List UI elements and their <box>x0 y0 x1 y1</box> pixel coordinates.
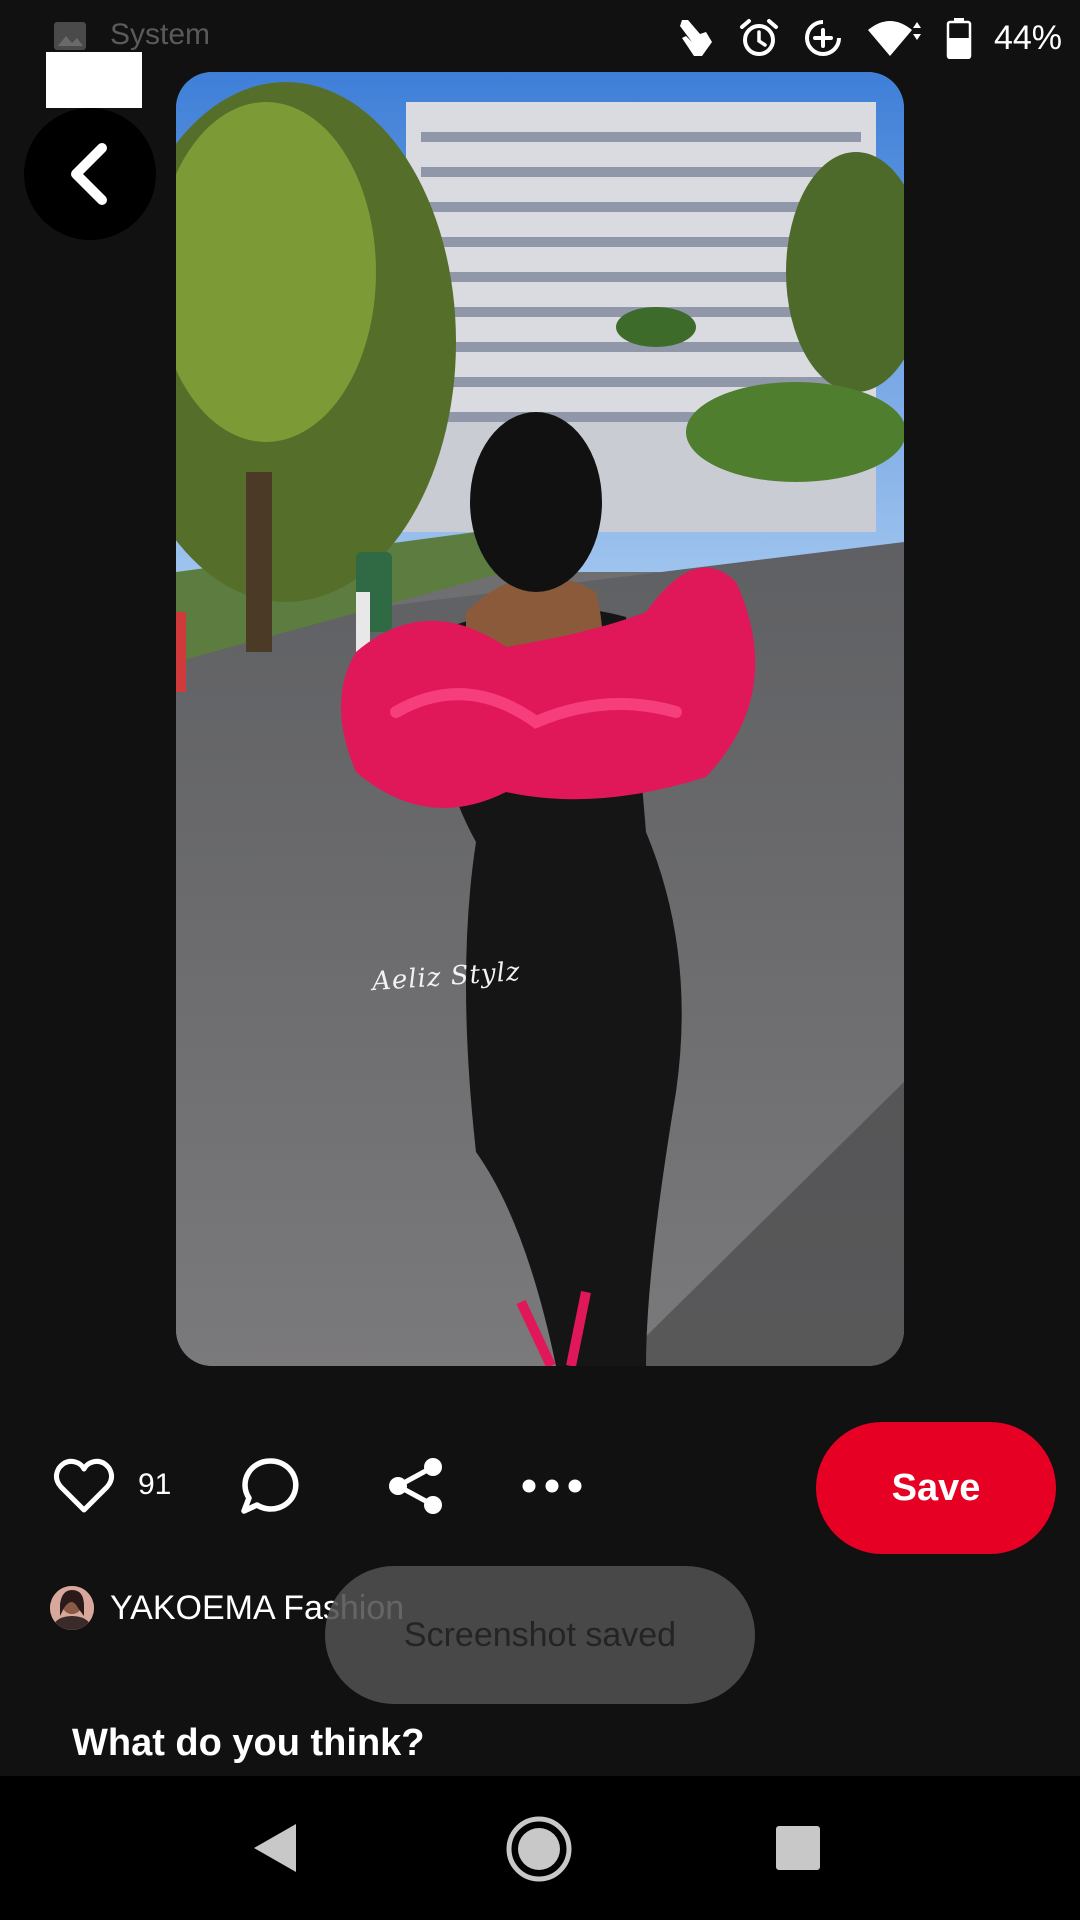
pin-detail-screen: System 44% Aeliz Stylz 91 Save YAKOEMA F… <box>0 0 1080 1920</box>
avatar-image <box>50 1586 94 1630</box>
share-icon <box>389 1458 442 1514</box>
share-button[interactable] <box>378 1448 454 1524</box>
navigation-bar <box>0 1776 1080 1920</box>
comment-prompt: What do you think? <box>72 1722 425 1764</box>
touch-icon <box>679 20 712 56</box>
toast-message: Screenshot saved <box>325 1566 755 1704</box>
more-dots-icon <box>522 1479 582 1493</box>
data-saver-icon <box>804 20 841 56</box>
back-icon[interactable] <box>250 1820 300 1876</box>
more-options-button[interactable] <box>514 1450 590 1522</box>
back-button[interactable] <box>24 108 156 240</box>
alarm-icon <box>739 19 778 56</box>
battery-icon <box>946 18 972 59</box>
system-label: System <box>110 18 211 51</box>
wifi-icon <box>867 21 921 56</box>
home-icon[interactable] <box>504 1814 574 1884</box>
image-icon <box>54 22 86 50</box>
status-bar: System 44% <box>0 0 1080 108</box>
pin-photo <box>176 72 904 1366</box>
avatar[interactable] <box>50 1586 94 1630</box>
like-button[interactable] <box>48 1450 120 1522</box>
battery-percent: 44% <box>993 18 1062 57</box>
redaction-box <box>46 52 142 108</box>
comment-icon <box>241 1458 299 1514</box>
save-button[interactable]: Save <box>816 1422 1056 1554</box>
chevron-left-icon <box>71 143 107 205</box>
action-bar: 91 Save <box>0 1420 1080 1554</box>
comment-button[interactable] <box>232 1448 308 1524</box>
recents-icon[interactable] <box>776 1826 820 1870</box>
status-icons: 44% <box>672 12 1062 64</box>
heart-icon <box>53 1458 115 1513</box>
pin-image[interactable]: Aeliz Stylz <box>176 72 904 1366</box>
like-count: 91 <box>138 1468 172 1501</box>
